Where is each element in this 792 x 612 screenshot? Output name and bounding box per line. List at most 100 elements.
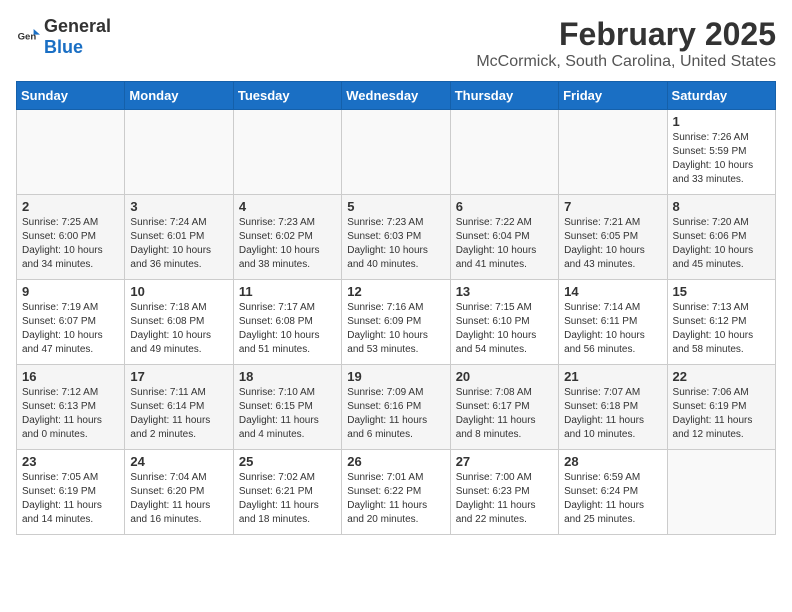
day-number: 23 [22, 454, 119, 469]
calendar-cell: 11 Sunrise: 7:17 AM Sunset: 6:08 PM Dayli… [233, 280, 341, 365]
weekday-header-saturday: Saturday [667, 82, 775, 110]
weekday-header-thursday: Thursday [450, 82, 558, 110]
day-number: 13 [456, 284, 553, 299]
weekday-header-sunday: Sunday [17, 82, 125, 110]
day-number: 10 [130, 284, 227, 299]
day-info: Sunrise: 7:01 AM Sunset: 6:22 PM Dayligh… [347, 471, 444, 527]
day-info: Sunrise: 7:10 AM Sunset: 6:15 PM Dayligh… [239, 386, 336, 442]
day-info: Sunrise: 7:15 AM Sunset: 6:10 PM Dayligh… [456, 301, 553, 357]
calendar-cell: 6 Sunrise: 7:22 AM Sunset: 6:04 PM Daylig… [450, 195, 558, 280]
day-number: 24 [130, 454, 227, 469]
calendar-cell: 2 Sunrise: 7:25 AM Sunset: 6:00 PM Daylig… [17, 195, 125, 280]
calendar-cell [667, 450, 775, 535]
svg-text:Gen: Gen [18, 31, 37, 42]
calendar-cell: 16 Sunrise: 7:12 AM Sunset: 6:13 PM Dayli… [17, 365, 125, 450]
logo-icon: Gen [16, 25, 40, 49]
calendar-cell: 25 Sunrise: 7:02 AM Sunset: 6:21 PM Dayli… [233, 450, 341, 535]
weekday-header-tuesday: Tuesday [233, 82, 341, 110]
calendar-cell [450, 110, 558, 195]
day-number: 1 [673, 114, 770, 129]
calendar-cell: 15 Sunrise: 7:13 AM Sunset: 6:12 PM Dayli… [667, 280, 775, 365]
logo: Gen General Blue [16, 16, 111, 58]
day-info: Sunrise: 7:11 AM Sunset: 6:14 PM Dayligh… [130, 386, 227, 442]
day-number: 4 [239, 199, 336, 214]
day-number: 17 [130, 369, 227, 384]
calendar-cell: 7 Sunrise: 7:21 AM Sunset: 6:05 PM Daylig… [559, 195, 667, 280]
day-number: 7 [564, 199, 661, 214]
week-row-2: 2 Sunrise: 7:25 AM Sunset: 6:00 PM Daylig… [17, 195, 776, 280]
day-info: Sunrise: 7:19 AM Sunset: 6:07 PM Dayligh… [22, 301, 119, 357]
day-info: Sunrise: 7:07 AM Sunset: 6:18 PM Dayligh… [564, 386, 661, 442]
calendar-cell: 8 Sunrise: 7:20 AM Sunset: 6:06 PM Daylig… [667, 195, 775, 280]
calendar-cell: 5 Sunrise: 7:23 AM Sunset: 6:03 PM Daylig… [342, 195, 450, 280]
weekday-header-friday: Friday [559, 82, 667, 110]
calendar-cell: 18 Sunrise: 7:10 AM Sunset: 6:15 PM Dayli… [233, 365, 341, 450]
logo-blue-text: Blue [44, 37, 83, 57]
day-info: Sunrise: 7:05 AM Sunset: 6:19 PM Dayligh… [22, 471, 119, 527]
day-number: 22 [673, 369, 770, 384]
day-info: Sunrise: 7:23 AM Sunset: 6:03 PM Dayligh… [347, 216, 444, 272]
day-info: Sunrise: 6:59 AM Sunset: 6:24 PM Dayligh… [564, 471, 661, 527]
weekday-header-wednesday: Wednesday [342, 82, 450, 110]
calendar: SundayMondayTuesdayWednesdayThursdayFrid… [16, 81, 776, 535]
day-number: 19 [347, 369, 444, 384]
day-number: 6 [456, 199, 553, 214]
day-number: 5 [347, 199, 444, 214]
calendar-cell [342, 110, 450, 195]
day-info: Sunrise: 7:09 AM Sunset: 6:16 PM Dayligh… [347, 386, 444, 442]
calendar-cell: 9 Sunrise: 7:19 AM Sunset: 6:07 PM Daylig… [17, 280, 125, 365]
calendar-cell: 22 Sunrise: 7:06 AM Sunset: 6:19 PM Dayli… [667, 365, 775, 450]
day-number: 9 [22, 284, 119, 299]
day-number: 28 [564, 454, 661, 469]
day-info: Sunrise: 7:14 AM Sunset: 6:11 PM Dayligh… [564, 301, 661, 357]
calendar-cell: 17 Sunrise: 7:11 AM Sunset: 6:14 PM Dayli… [125, 365, 233, 450]
calendar-cell: 14 Sunrise: 7:14 AM Sunset: 6:11 PM Dayli… [559, 280, 667, 365]
day-info: Sunrise: 7:13 AM Sunset: 6:12 PM Dayligh… [673, 301, 770, 357]
calendar-cell: 26 Sunrise: 7:01 AM Sunset: 6:22 PM Dayli… [342, 450, 450, 535]
calendar-cell: 19 Sunrise: 7:09 AM Sunset: 6:16 PM Dayli… [342, 365, 450, 450]
day-number: 11 [239, 284, 336, 299]
calendar-cell [17, 110, 125, 195]
week-row-1: 1Sunrise: 7:26 AM Sunset: 5:59 PM Daylig… [17, 110, 776, 195]
day-number: 15 [673, 284, 770, 299]
week-row-4: 16 Sunrise: 7:12 AM Sunset: 6:13 PM Dayli… [17, 365, 776, 450]
calendar-cell [233, 110, 341, 195]
day-number: 2 [22, 199, 119, 214]
month-title: February 2025 [476, 16, 776, 53]
calendar-cell: 4 Sunrise: 7:23 AM Sunset: 6:02 PM Daylig… [233, 195, 341, 280]
day-number: 3 [130, 199, 227, 214]
day-info: Sunrise: 7:23 AM Sunset: 6:02 PM Dayligh… [239, 216, 336, 272]
day-info: Sunrise: 7:24 AM Sunset: 6:01 PM Dayligh… [130, 216, 227, 272]
calendar-cell: 12Sunrise: 7:16 AM Sunset: 6:09 PM Dayli… [342, 280, 450, 365]
day-info: Sunrise: 7:18 AM Sunset: 6:08 PM Dayligh… [130, 301, 227, 357]
day-info: Sunrise: 7:25 AM Sunset: 6:00 PM Dayligh… [22, 216, 119, 272]
day-number: 8 [673, 199, 770, 214]
day-number: 26 [347, 454, 444, 469]
calendar-cell: 1Sunrise: 7:26 AM Sunset: 5:59 PM Daylig… [667, 110, 775, 195]
day-info: Sunrise: 7:06 AM Sunset: 6:19 PM Dayligh… [673, 386, 770, 442]
logo-general-text: General [44, 16, 111, 36]
day-number: 25 [239, 454, 336, 469]
day-info: Sunrise: 7:22 AM Sunset: 6:04 PM Dayligh… [456, 216, 553, 272]
day-info: Sunrise: 7:16 AM Sunset: 6:09 PM Dayligh… [347, 301, 444, 357]
day-info: Sunrise: 7:00 AM Sunset: 6:23 PM Dayligh… [456, 471, 553, 527]
day-info: Sunrise: 7:20 AM Sunset: 6:06 PM Dayligh… [673, 216, 770, 272]
day-number: 16 [22, 369, 119, 384]
day-number: 18 [239, 369, 336, 384]
calendar-cell: 28 Sunrise: 6:59 AM Sunset: 6:24 PM Dayli… [559, 450, 667, 535]
weekday-header-monday: Monday [125, 82, 233, 110]
calendar-cell: 24Sunrise: 7:04 AM Sunset: 6:20 PM Dayli… [125, 450, 233, 535]
day-info: Sunrise: 7:21 AM Sunset: 6:05 PM Dayligh… [564, 216, 661, 272]
day-number: 14 [564, 284, 661, 299]
calendar-cell [125, 110, 233, 195]
calendar-cell: 27 Sunrise: 7:00 AM Sunset: 6:23 PM Dayli… [450, 450, 558, 535]
calendar-cell [559, 110, 667, 195]
day-number: 27 [456, 454, 553, 469]
day-info: Sunrise: 7:17 AM Sunset: 6:08 PM Dayligh… [239, 301, 336, 357]
day-info: Sunrise: 7:02 AM Sunset: 6:21 PM Dayligh… [239, 471, 336, 527]
day-info: Sunrise: 7:12 AM Sunset: 6:13 PM Dayligh… [22, 386, 119, 442]
day-number: 21 [564, 369, 661, 384]
calendar-cell: 20Sunrise: 7:08 AM Sunset: 6:17 PM Dayli… [450, 365, 558, 450]
week-row-3: 9 Sunrise: 7:19 AM Sunset: 6:07 PM Daylig… [17, 280, 776, 365]
calendar-cell: 3 Sunrise: 7:24 AM Sunset: 6:01 PM Daylig… [125, 195, 233, 280]
